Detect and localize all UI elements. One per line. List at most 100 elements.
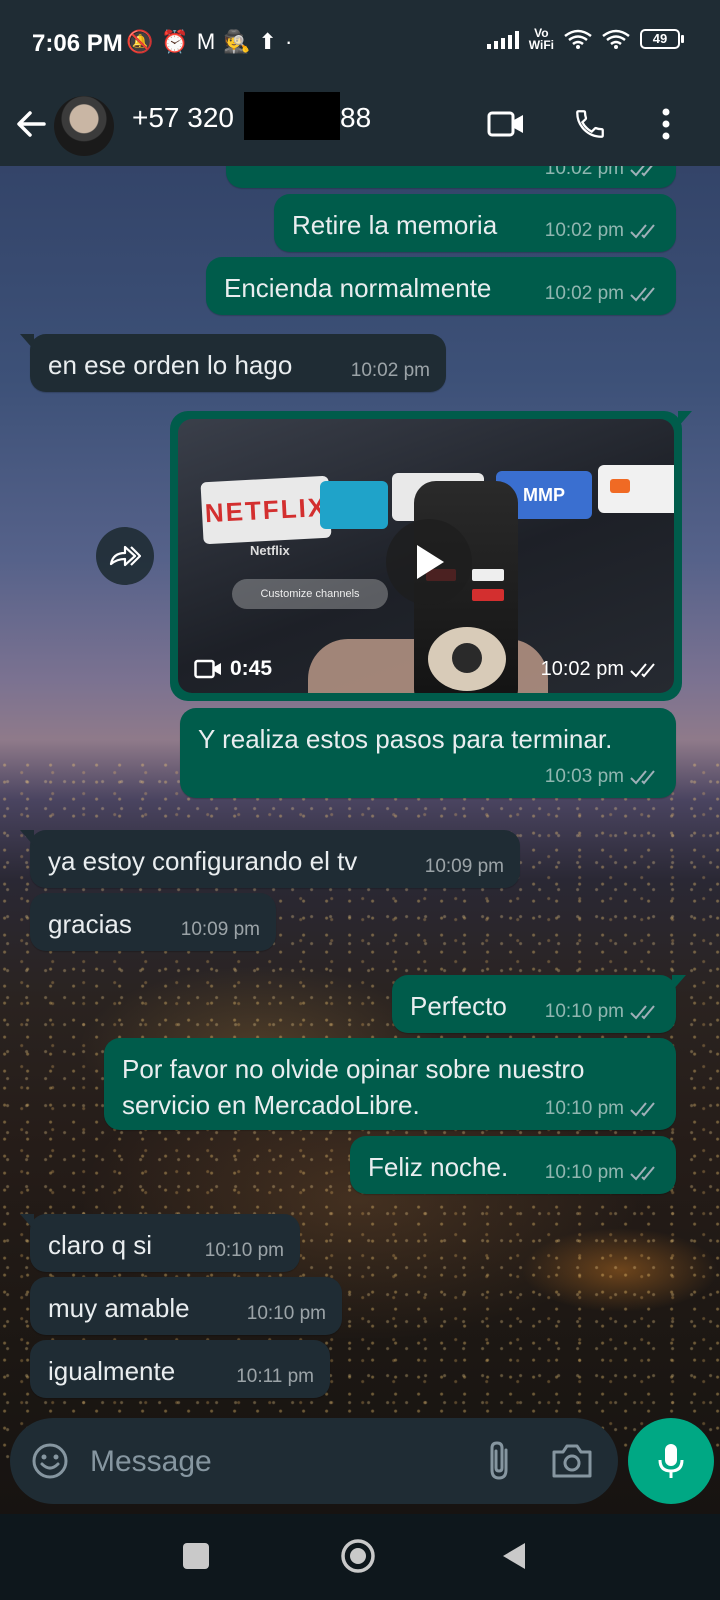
message-bubble[interactable]: Retire la memoria 10:02 pm (274, 194, 676, 252)
emoji-icon[interactable] (30, 1441, 70, 1481)
message-bubble[interactable]: ya estoy configurando el tv 10:09 pm (20, 830, 520, 888)
read-ticks-icon (630, 287, 655, 302)
message-text: Perfecto (410, 991, 507, 1021)
message-time: 10:10 pm (246, 1303, 326, 1324)
home-button[interactable] (338, 1536, 378, 1576)
message-text: igualmente (48, 1356, 176, 1386)
mute-icon: 🔕 (126, 29, 162, 54)
status-right-icons: Vo WiFi 49 (486, 27, 684, 51)
battery-icon: 49 (640, 29, 684, 49)
video-call-button[interactable] (482, 100, 530, 148)
message-meta: 10:10 pm (545, 1162, 660, 1184)
video-duration: 0:45 (194, 657, 272, 681)
message-text-line: servicio en MercadoLibre. (122, 1090, 420, 1120)
message-text: Por favor no olvide opinar sobre nuestro… (122, 1051, 585, 1123)
message-bubble[interactable]: gracias 10:09 pm (30, 893, 276, 951)
netflix-tile: NETFLIX (200, 475, 332, 545)
message-meta: 10:02 pm (541, 658, 660, 681)
message-text: Y realiza estos pasos para terminar. (198, 724, 613, 754)
message-text: Feliz noche. (368, 1152, 509, 1182)
back-button[interactable] (494, 1536, 534, 1576)
message-text: gracias (48, 909, 132, 939)
notification-icons: 🔕⏰M🕵⬆· (126, 29, 300, 55)
customize-channels-button: Customize channels (232, 579, 388, 609)
bubble-tail (672, 975, 686, 991)
contact-number-suffix: 88 (340, 102, 372, 133)
camera-icon[interactable] (550, 1440, 594, 1482)
message-bubble[interactable]: Encienda normalmente 10:02 pm (206, 257, 676, 315)
message-time: 10:10 pm (544, 1001, 624, 1022)
read-ticks-icon (630, 770, 655, 785)
message-time: 10:10 pm (204, 1240, 284, 1261)
message-text: Encienda normalmente (224, 273, 492, 303)
message-bubble[interactable]: igualmente 10:11 pm (30, 1340, 330, 1398)
message-time: 10:03 pm (544, 766, 624, 787)
message-time: 10:11 pm (236, 1366, 314, 1387)
message-bubble[interactable]: en ese orden lo hago 10:02 pm (20, 334, 446, 392)
prime-tile (320, 481, 388, 529)
message-bubble[interactable]: Feliz noche. 10:10 pm (350, 1136, 676, 1194)
youtube-tile (598, 465, 674, 513)
message-meta: 10:10 pm (545, 1001, 660, 1023)
message-text: en ese orden lo hago (48, 350, 293, 380)
play-button[interactable] (386, 519, 472, 605)
message-meta: 10:10 pm (247, 1303, 326, 1325)
read-ticks-icon (630, 224, 655, 239)
message-meta: 10:03 pm (545, 766, 660, 788)
message-input[interactable] (88, 1438, 452, 1486)
message-time: 10:09 pm (424, 856, 504, 877)
message-time: 10:09 pm (180, 919, 260, 940)
message-time: 10:02 pm (350, 360, 430, 381)
microphone-icon (658, 1444, 684, 1478)
message-bubble[interactable]: muy amable 10:10 pm (30, 1277, 342, 1335)
message-time: 10:02 pm (540, 658, 624, 680)
message-bubble[interactable]: Y realiza estos pasos para terminar. 10:… (180, 708, 676, 798)
message-text-line: Por favor no olvide opinar sobre nuestro (122, 1054, 585, 1084)
phone-icon (576, 110, 604, 138)
bubble-tail (678, 411, 692, 427)
back-arrow-icon[interactable] (14, 104, 50, 144)
attachment-clip-icon[interactable] (478, 1438, 522, 1484)
bubble-tail (20, 1214, 34, 1230)
incognito-icon: 🕵 (223, 29, 259, 54)
message-bubble[interactable]: 10:02 pm (226, 166, 676, 188)
status-time: 7:06 PM (32, 30, 123, 57)
system-navigation-bar (0, 1514, 720, 1600)
forward-button[interactable] (96, 527, 154, 585)
bubble-tail (20, 334, 34, 350)
message-meta: 10:10 pm (205, 1240, 284, 1262)
more-vertical-icon (662, 108, 670, 140)
message-meta: 10:02 pm (351, 360, 430, 382)
voice-call-button[interactable] (566, 100, 614, 148)
message-time: 10:02 pm (544, 220, 624, 241)
read-ticks-icon (630, 662, 655, 677)
home-icon (341, 1539, 375, 1573)
chat-header: +57 320 88 (0, 82, 720, 166)
message-meta: 10:11 pm (236, 1366, 314, 1388)
video-call-icon (487, 111, 523, 137)
more-options-button[interactable] (642, 100, 690, 148)
message-text: muy amable (48, 1293, 190, 1323)
message-list[interactable]: 10:02 pm Retire la memoria 10:02 pm Enci… (0, 166, 720, 1410)
voice-message-button[interactable] (628, 1418, 714, 1504)
video-duration-text: 0:45 (230, 657, 273, 680)
video-thumbnail[interactable]: NETFLIX Netflix MMP Customize channels 0… (178, 419, 674, 693)
contact-avatar[interactable] (54, 96, 114, 156)
read-ticks-icon (630, 166, 653, 177)
recents-icon (183, 1543, 209, 1569)
alarm-icon: ⏰ (161, 29, 197, 54)
recents-button[interactable] (176, 1536, 216, 1576)
message-time: 10:02 pm (544, 166, 624, 179)
message-time: 10:10 pm (544, 1098, 624, 1119)
message-bubble[interactable]: Perfecto 10:10 pm (392, 975, 686, 1033)
message-time: 10:10 pm (544, 1162, 624, 1183)
message-bubble[interactable]: claro q si 10:10 pm (20, 1214, 300, 1272)
message-meta: 10:02 pm (545, 220, 660, 242)
video-message-bubble[interactable]: NETFLIX Netflix MMP Customize channels 0… (170, 411, 692, 701)
message-meta: 10:09 pm (181, 919, 260, 941)
vowifi-label: Vo WiFi (529, 27, 554, 51)
signal-icon (486, 29, 519, 49)
message-text: claro q si (48, 1230, 153, 1260)
message-composer (10, 1418, 618, 1504)
message-bubble[interactable]: Por favor no olvide opinar sobre nuestro… (104, 1038, 676, 1130)
